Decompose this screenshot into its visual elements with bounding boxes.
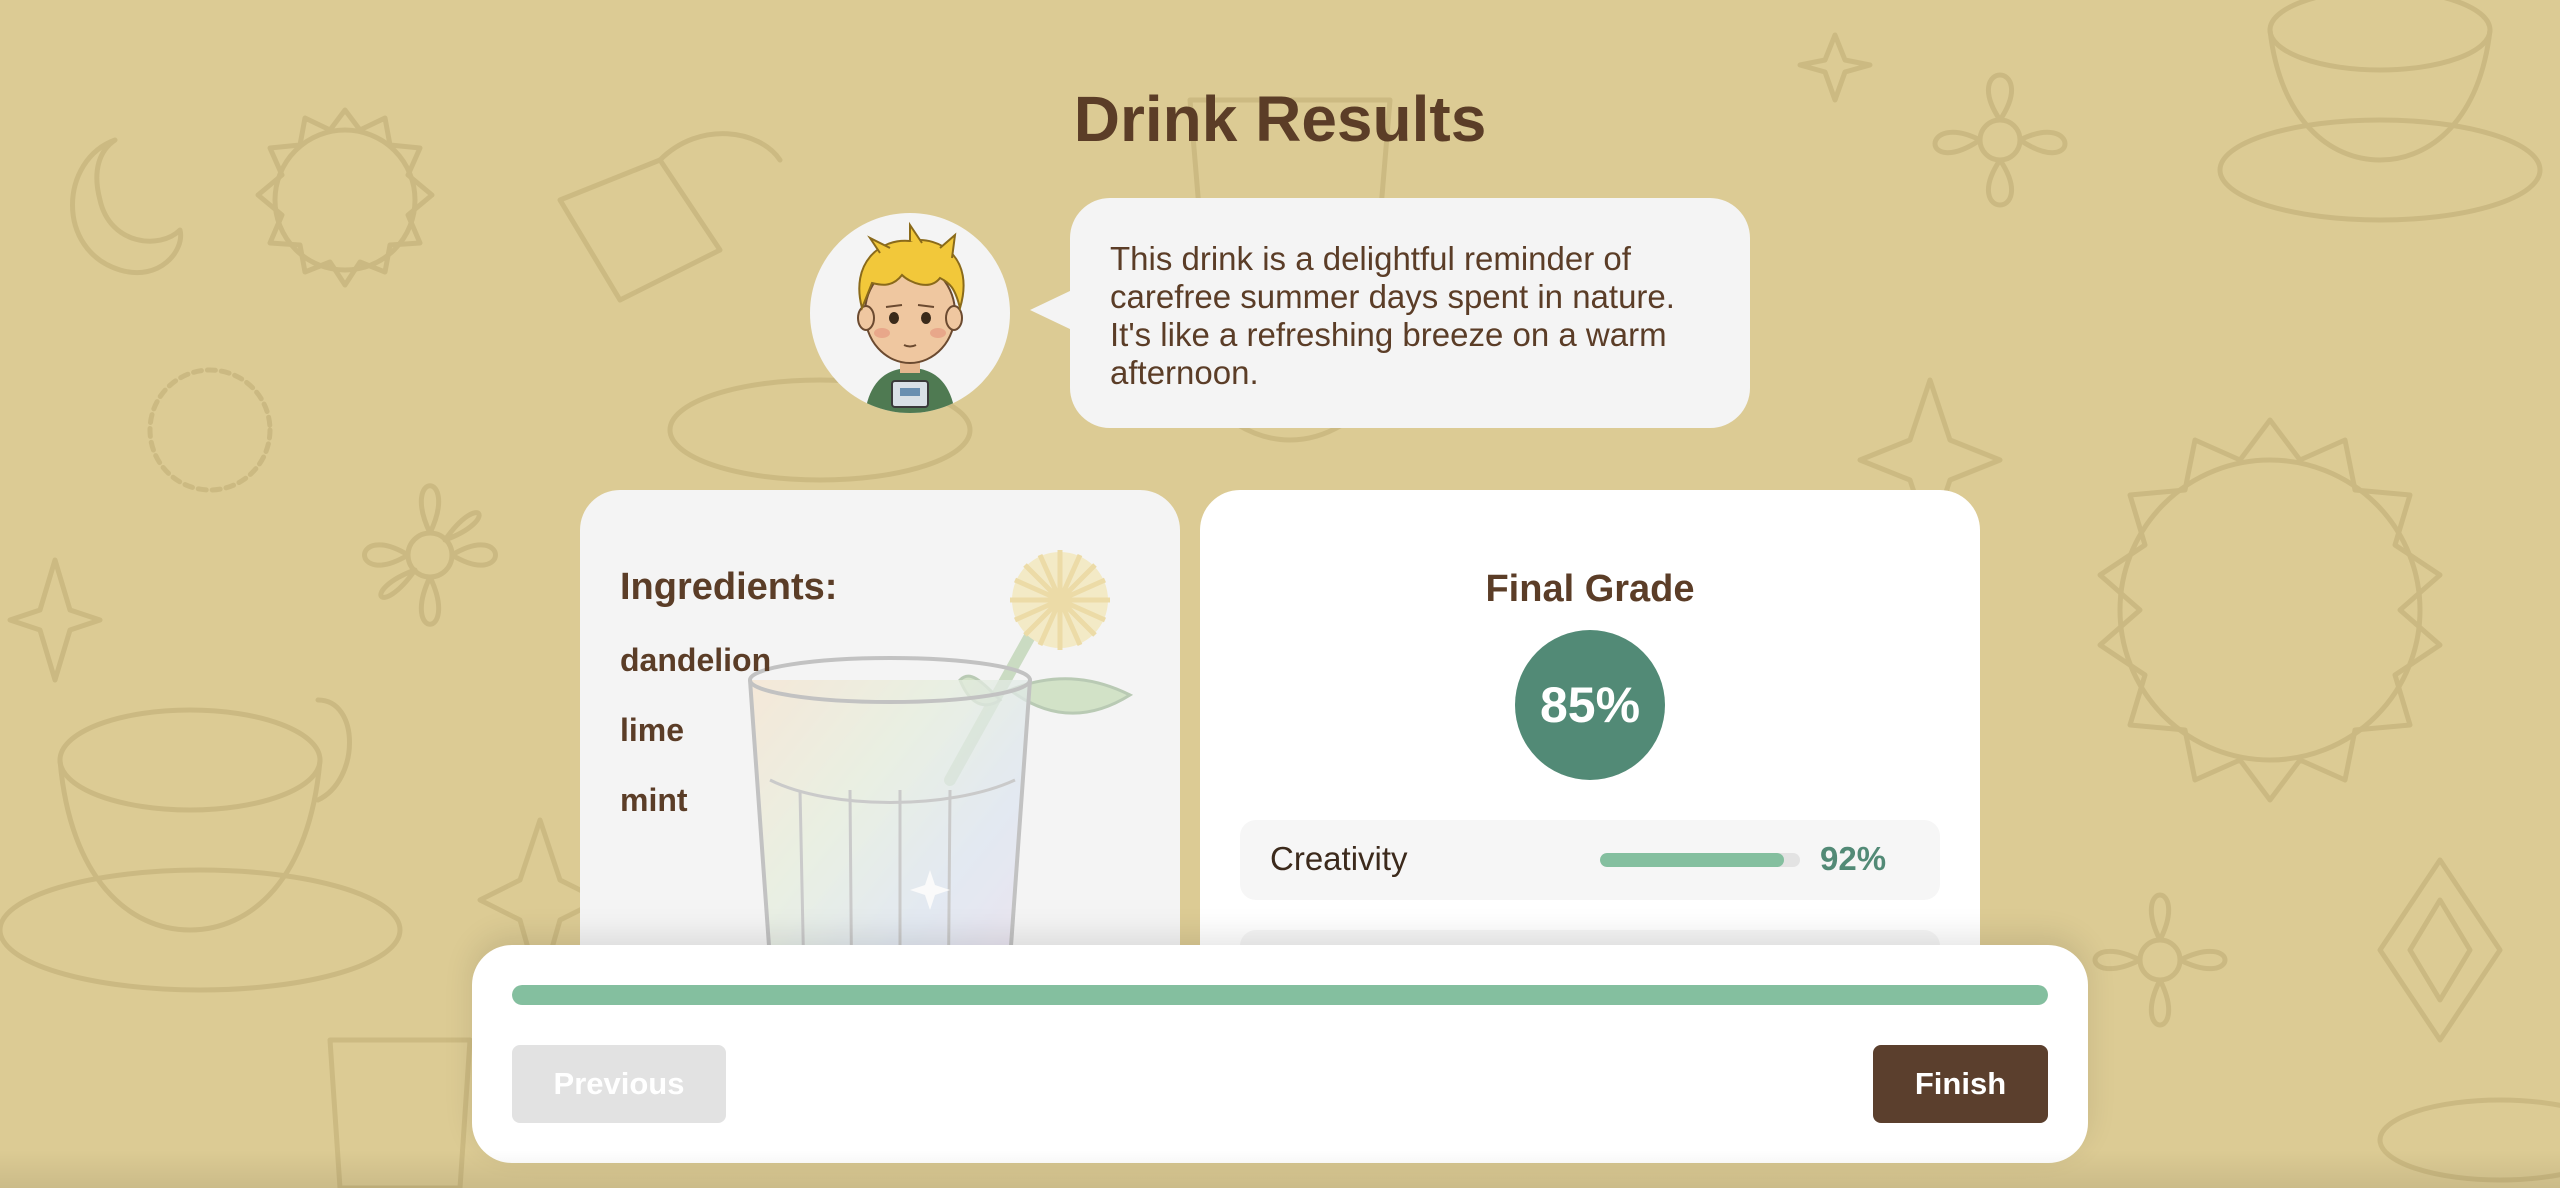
criterion-label: Creativity [1270, 840, 1408, 877]
quiz-progress-bar [512, 985, 2048, 1005]
criterion-bar [1600, 853, 1800, 867]
bottom-shadow [0, 1150, 2560, 1188]
ingredient-item: lime [620, 712, 685, 748]
final-grade-heading: Final Grade [1485, 568, 1695, 610]
navigation-bar: Previous Finish [472, 945, 2088, 1163]
ingredient-item: dandelion [620, 642, 772, 678]
final-grade-badge: 85% [1515, 630, 1665, 780]
finish-button[interactable]: Finish [1873, 1045, 2048, 1123]
criterion-row-creativity: Creativity 92% [1240, 820, 1940, 900]
ingredient-item: mint [620, 782, 688, 818]
page-title: Drink Results [1073, 83, 1487, 155]
ingredients-heading: Ingredients: [620, 566, 838, 608]
ingredients-panel: Ingredients: dandelion lime mint [580, 490, 1180, 1010]
grade-panel: Final Grade 85% Creativity 92% [1200, 490, 1980, 1010]
previous-button[interactable]: Previous [512, 1045, 726, 1123]
reviewer-speech-bubble: This drink is a delightful reminder of c… [1030, 198, 1750, 428]
criterion-bar-fill [1600, 853, 1784, 867]
speech-bubble-tail [1030, 290, 1072, 330]
ingredients-list: dandelion lime mint [620, 640, 771, 850]
quiz-progress-fill [512, 985, 2048, 1005]
criterion-value: 92% [1820, 840, 1887, 877]
reviewer-avatar [810, 213, 1010, 413]
reviewer-comment: This drink is a delightful reminder of c… [1110, 240, 1675, 391]
